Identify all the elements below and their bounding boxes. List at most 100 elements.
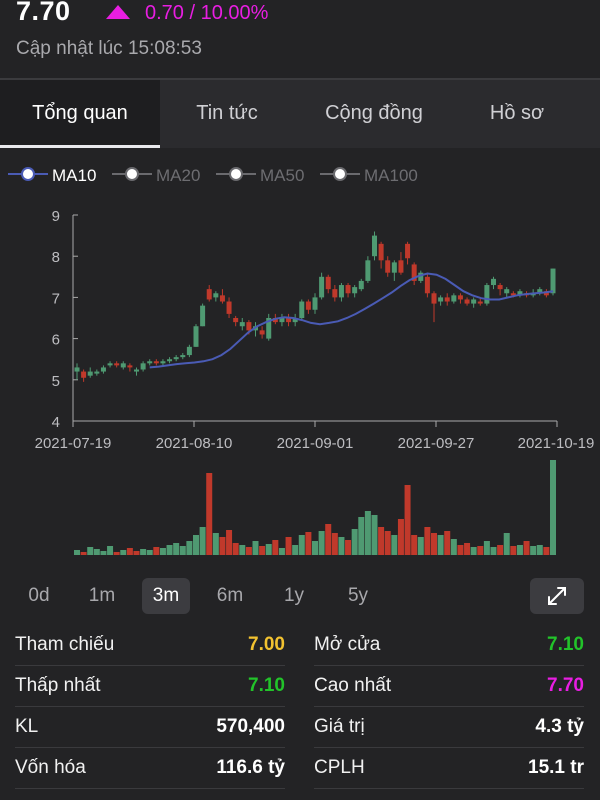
legend-item-ma100: MA100 [320,166,418,185]
volume-bar [259,546,266,555]
candle [325,274,331,294]
range-3m-button[interactable]: 3m [142,578,190,614]
candle [140,361,146,372]
candle [173,355,179,362]
candle-body [120,363,126,368]
tab-overview[interactable]: Tổng quan [0,80,160,148]
volume-bar [351,529,358,555]
volume-bar [212,533,219,555]
range-0d-button[interactable]: 0d [18,578,60,614]
candle-body [219,295,225,302]
candle [398,252,404,275]
candle-body [319,276,325,298]
candle-body [550,268,556,294]
volume-bar [140,549,147,555]
volume-bar [404,485,411,555]
candle [206,285,212,302]
candle-body [94,371,100,374]
volume-bar [146,550,153,555]
candle-body [464,299,470,304]
candle [74,363,80,380]
candle [180,353,186,360]
candle-body [127,365,133,368]
volume-bar [312,541,318,555]
volume-bar [107,546,114,555]
volume-bar [536,545,543,555]
stat-value: 7.10 [547,634,584,655]
y-tick-label: 9 [52,208,60,225]
volume-bar [232,543,239,555]
y-tick-label: 7 [52,290,60,307]
y-tick-label: 6 [52,332,60,349]
range-6m-button[interactable]: 6m [208,578,252,614]
candle-body [167,359,173,362]
stat-reference: Tham chiếu 7.00 [15,626,285,666]
price-chart[interactable]: MA10 MA20 MA50 MA100 9 8 7 6 5 4 2021-07-19 2021-0… [0,148,600,576]
candle-body [246,322,252,331]
candle-body [504,289,510,294]
stat-value: 7.00 [248,634,285,655]
stat-open: Mở cửa 7.10 [314,626,584,666]
candle-body [153,361,159,364]
candle [160,359,166,366]
volume-bar [424,527,431,555]
candlestick-series [74,231,556,382]
volume-bar [100,551,107,555]
candle [391,260,397,281]
stat-market-cap: Vốn hóa 116.6 tỷ [15,749,285,789]
legend-dot-icon [125,167,139,181]
volume-series [74,460,556,555]
candle [100,365,106,374]
candle [411,262,417,286]
stat-value-traded: Giá trị 4.3 tỷ [314,708,584,748]
tab-community[interactable]: Cộng đồng [294,80,454,148]
range-5y-button[interactable]: 5y [336,578,380,614]
candle [226,297,232,318]
stat-label: Mở cửa [314,634,381,655]
candle [87,367,93,378]
tab-profile[interactable]: Hồ sơ [454,80,580,148]
expand-arrows-icon [548,587,566,605]
x-tick-label: 2021-10-19 [518,435,595,452]
candle [299,299,305,321]
candle [167,357,173,364]
volume-bar [113,552,120,555]
candle [358,278,364,292]
candle-body [491,278,496,286]
volume-bar [464,543,471,555]
candle-body [200,305,206,327]
candle [385,256,391,277]
candle [94,369,100,376]
candle-body [180,355,186,358]
candle [292,313,298,327]
stat-label: Vốn hóa [15,757,86,778]
range-1m-button[interactable]: 1m [80,578,124,614]
volume-bar [523,541,530,555]
stat-label: Giá trị [314,716,365,737]
volume-bar [510,546,517,555]
price-up-triangle-icon [106,5,130,19]
volume-bar [292,545,299,555]
candle-body [160,361,166,364]
divider [314,665,584,666]
range-1y-button[interactable]: 1y [272,578,316,614]
legend-dot-icon [229,167,243,181]
candle-body [173,357,179,360]
candle [239,318,245,331]
candle-body [484,285,490,304]
volume-bar [391,535,398,555]
x-tick-label: 2021-08-10 [156,435,233,452]
legend-item-ma20: MA20 [112,166,200,185]
legend-label: MA100 [364,166,418,185]
candle-body [431,293,437,304]
volume-bar [503,533,510,555]
volume-bar [444,531,451,555]
ma10-line [149,272,554,369]
candle [424,272,430,298]
candle [107,361,113,368]
tab-news[interactable]: Tin tức [160,80,294,148]
candle-body [312,297,318,310]
candle [457,293,463,304]
fullscreen-button[interactable] [530,578,584,614]
volume-bar [173,543,180,555]
